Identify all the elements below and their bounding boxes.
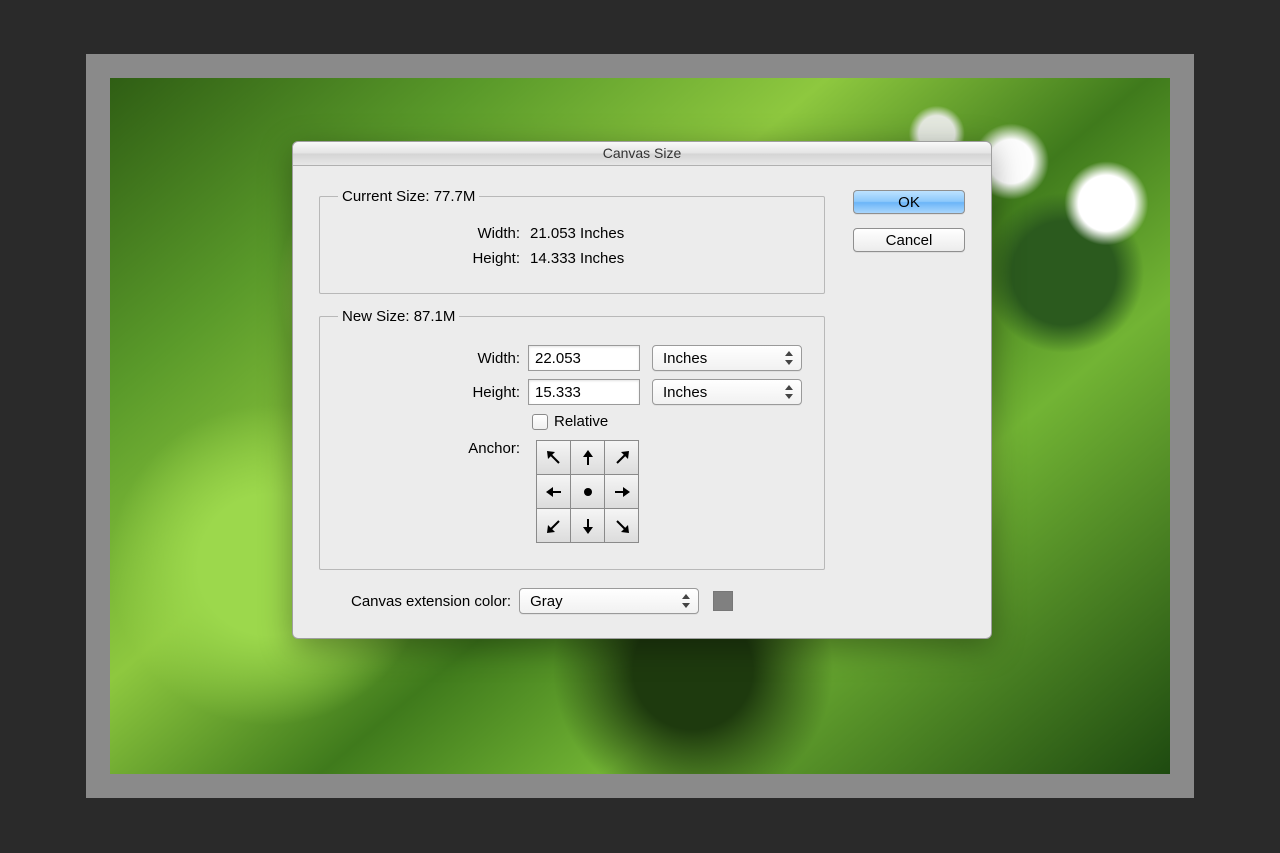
stepper-icon [785, 385, 795, 399]
anchor-top-left[interactable] [537, 441, 570, 474]
arrow-up-icon [578, 448, 598, 468]
relative-checkbox[interactable] [532, 414, 548, 430]
ok-button[interactable]: OK [853, 190, 965, 214]
arrow-up-right-icon [612, 448, 632, 468]
arrow-right-icon [612, 482, 632, 502]
anchor-label: Anchor: [338, 440, 528, 457]
new-size-group: New Size: 87.1M Width: Inches Height: In… [319, 308, 825, 570]
dialog-title: Canvas Size [603, 145, 682, 161]
canvas-extension-select[interactable]: Gray [519, 588, 699, 614]
relative-checkbox-row: Relative [532, 413, 806, 430]
current-height-label: Height: [338, 250, 528, 267]
canvas-extension-value: Gray [530, 593, 563, 610]
new-width-input[interactable] [528, 345, 640, 371]
anchor-bottom[interactable] [571, 509, 604, 542]
current-size-group: Current Size: 77.7M Width: 21.053 Inches… [319, 188, 825, 294]
width-unit-select[interactable]: Inches [652, 345, 802, 371]
arrow-down-icon [578, 516, 598, 536]
stepper-icon [682, 594, 692, 608]
canvas-size-dialog: Canvas Size Current Size: 77.7M Width: 2… [292, 141, 992, 639]
anchor-left[interactable] [537, 475, 570, 508]
height-unit-value: Inches [663, 384, 707, 401]
current-width-label: Width: [338, 225, 528, 242]
new-height-input[interactable] [528, 379, 640, 405]
canvas-extension-label: Canvas extension color: [351, 593, 511, 610]
arrow-down-right-icon [612, 516, 632, 536]
arrow-left-icon [544, 482, 564, 502]
anchor-top[interactable] [571, 441, 604, 474]
cancel-button[interactable]: Cancel [853, 228, 965, 252]
new-height-label: Height: [338, 384, 528, 401]
arrow-down-left-icon [544, 516, 564, 536]
new-width-label: Width: [338, 350, 528, 367]
dialog-button-column: OK Cancel [853, 188, 965, 252]
current-width-value: 21.053 Inches [528, 225, 624, 242]
dialog-left-column: Current Size: 77.7M Width: 21.053 Inches… [319, 188, 825, 614]
anchor-bottom-right[interactable] [605, 509, 638, 542]
anchor-top-right[interactable] [605, 441, 638, 474]
current-size-legend: Current Size: 77.7M [338, 188, 479, 205]
anchor-center[interactable] [571, 475, 604, 508]
dialog-titlebar[interactable]: Canvas Size [293, 142, 991, 166]
dialog-body: Current Size: 77.7M Width: 21.053 Inches… [293, 166, 991, 638]
arrow-up-left-icon [544, 448, 564, 468]
anchor-bottom-left[interactable] [537, 509, 570, 542]
relative-label: Relative [554, 413, 608, 430]
new-size-legend: New Size: 87.1M [338, 308, 459, 325]
width-unit-value: Inches [663, 350, 707, 367]
anchor-center-dot-icon [578, 482, 598, 502]
anchor-right[interactable] [605, 475, 638, 508]
canvas-extension-row: Canvas extension color: Gray [351, 588, 825, 614]
current-height-value: 14.333 Inches [528, 250, 624, 267]
stepper-icon [785, 351, 795, 365]
canvas-extension-swatch[interactable] [713, 591, 733, 611]
anchor-grid [536, 440, 639, 543]
height-unit-select[interactable]: Inches [652, 379, 802, 405]
